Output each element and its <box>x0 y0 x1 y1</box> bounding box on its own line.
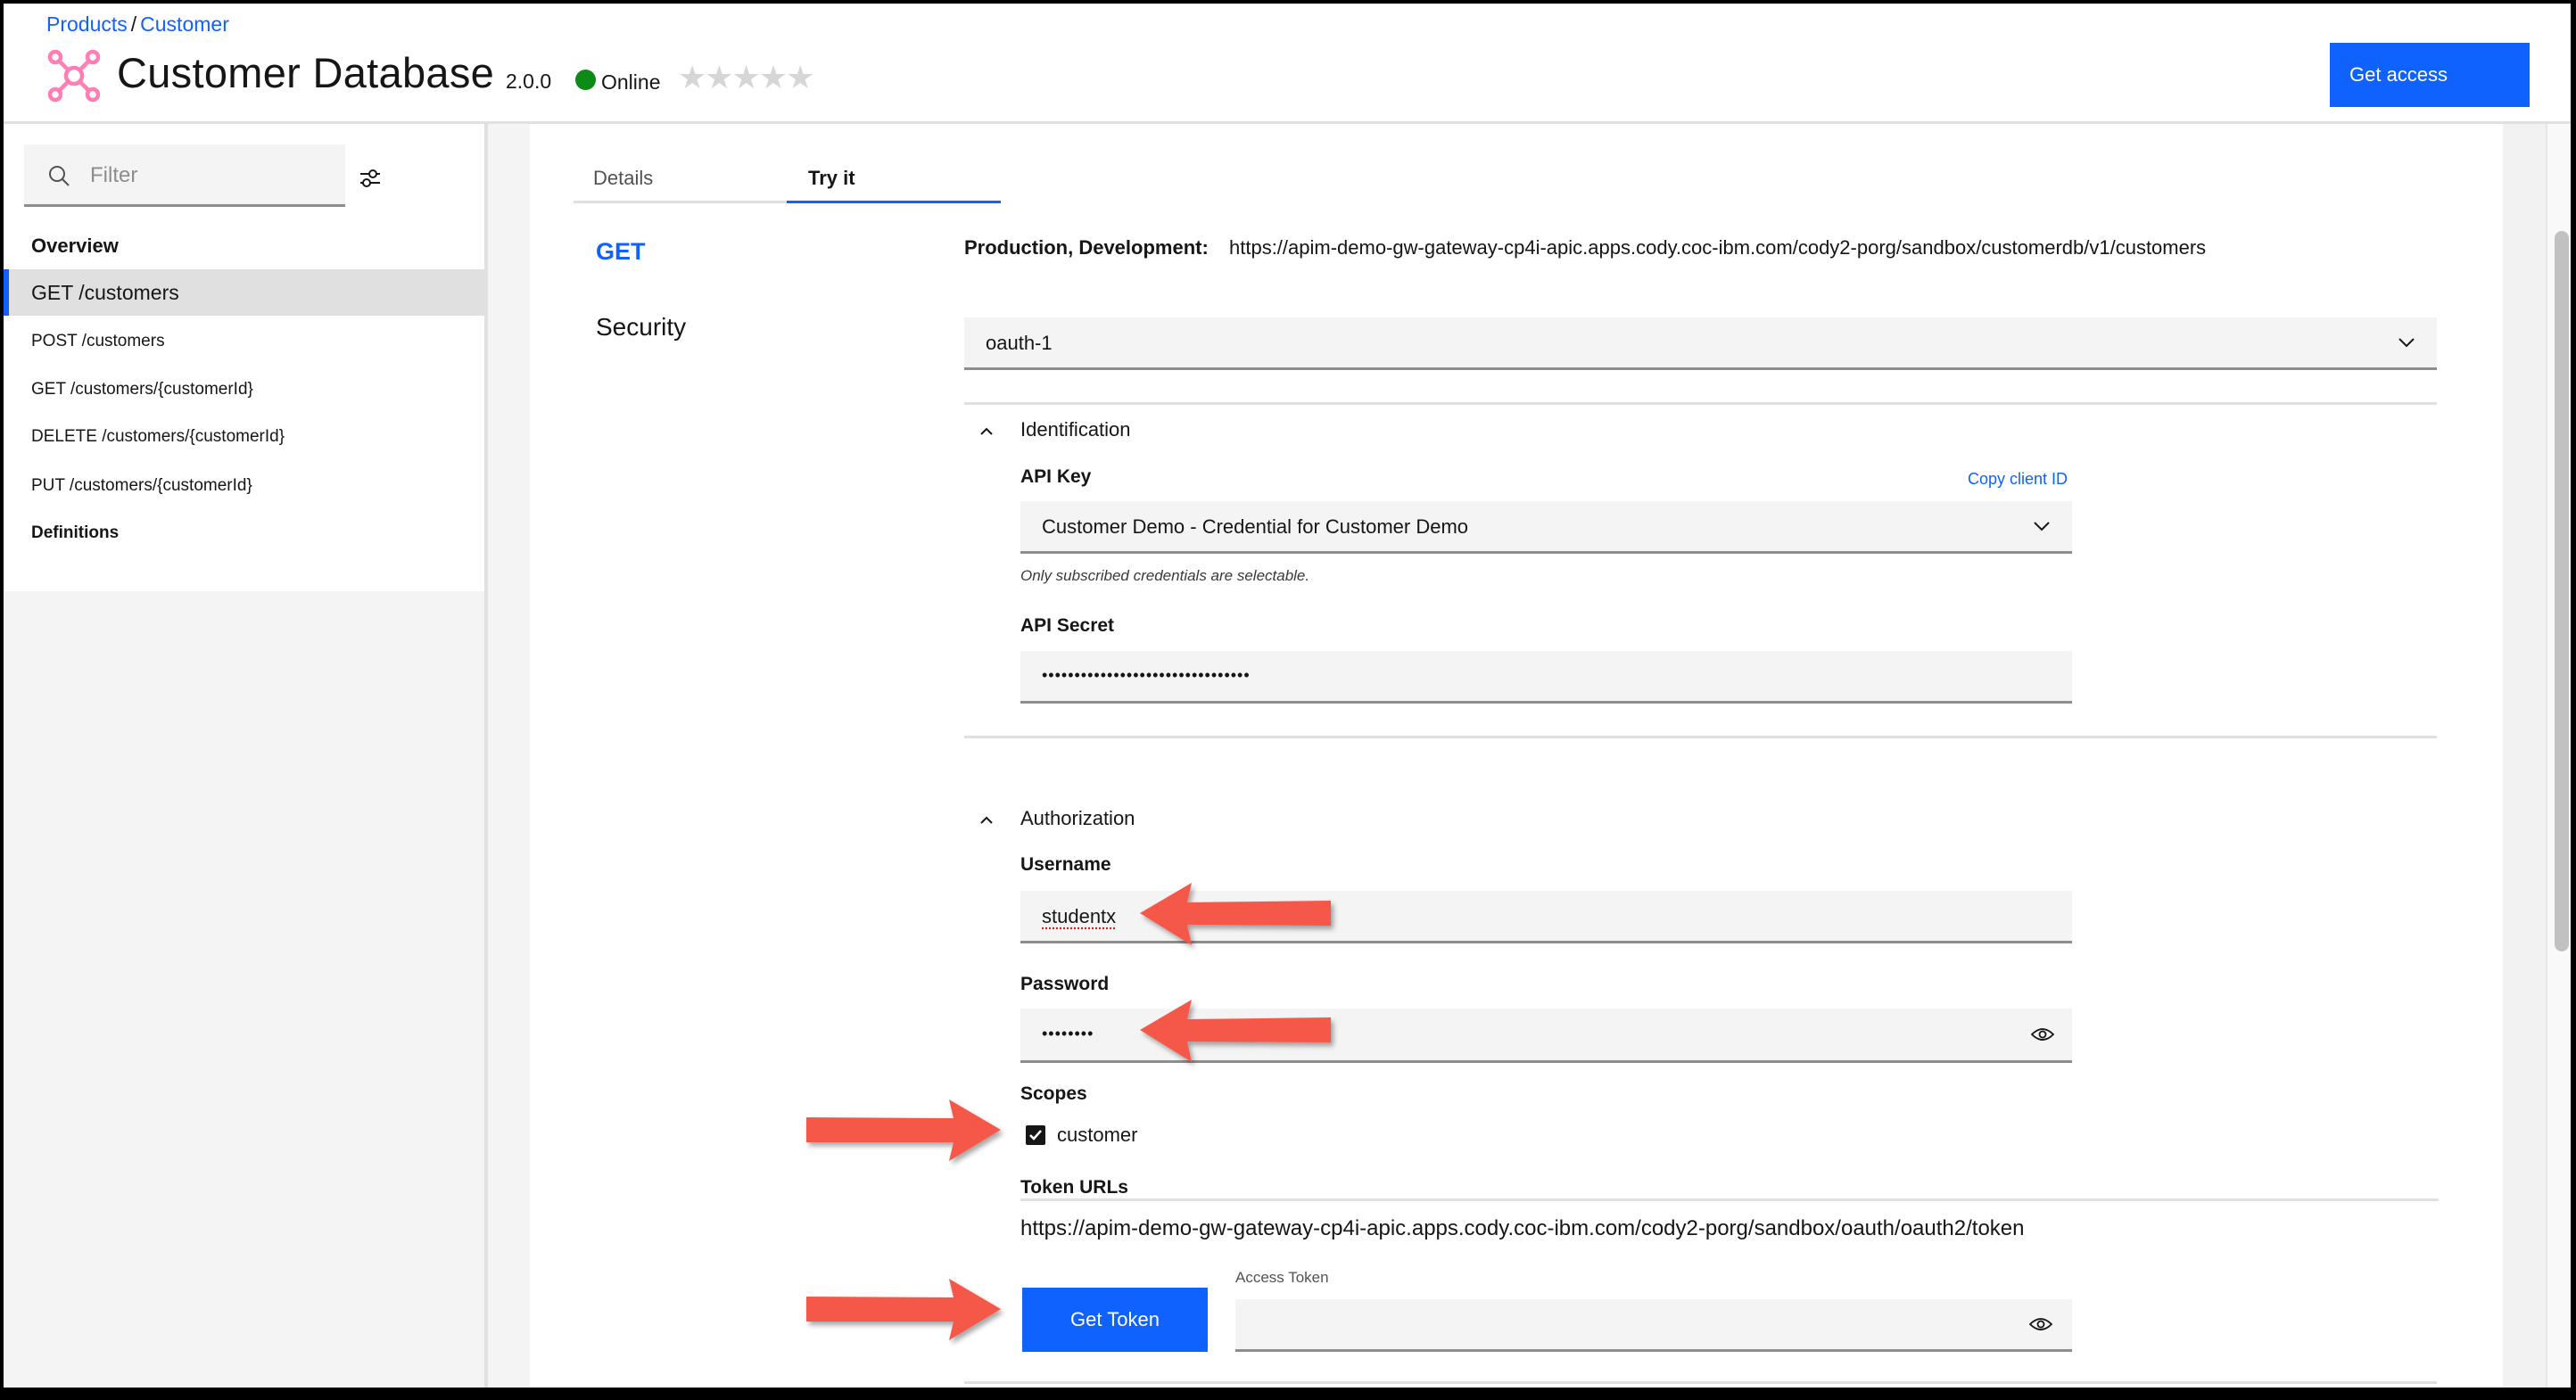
api-key-helper-text: Only subscribed credentials are selectab… <box>1020 567 1310 584</box>
filter-input[interactable] <box>88 144 342 206</box>
username-label: Username <box>1020 854 1111 875</box>
divider <box>964 736 2437 738</box>
sidebar-item-get-customer-by-id[interactable]: GET /customers/{customerId} <box>4 366 484 413</box>
username-value: studentx <box>1042 905 1117 927</box>
sidebar-divider <box>484 124 488 1388</box>
breadcrumb-separator: / <box>130 12 137 36</box>
username-field[interactable]: studentx <box>1020 891 2072 943</box>
search-icon <box>49 166 70 186</box>
sidebar-item-put-customer[interactable]: PUT /customers/{customerId} <box>4 463 484 509</box>
breadcrumb: Products / Customer <box>46 12 229 37</box>
filter-settings-icon[interactable] <box>357 165 384 192</box>
divider <box>964 402 2437 405</box>
sidebar-overview[interactable]: Overview <box>31 235 119 258</box>
api-secret-field[interactable]: •••••••••••••••••••••••••••••••• <box>1020 651 2072 704</box>
token-url: https://apim-demo-gw-gateway-cp4i-apic.a… <box>1020 1216 2025 1240</box>
content-gutter <box>2503 124 2546 1388</box>
security-scheme-value: oauth-1 <box>986 332 1053 354</box>
chevron-up-icon[interactable] <box>979 426 994 435</box>
api-secret-label: API Secret <box>1020 615 1115 636</box>
scrollbar[interactable] <box>2546 124 2571 1388</box>
identification-section-title[interactable]: Identification <box>1020 418 1131 441</box>
security-scheme-select[interactable]: oauth-1 <box>964 317 2437 370</box>
chevron-down-icon <box>2034 522 2050 531</box>
scopes-label: Scopes <box>1020 1083 1087 1104</box>
authorization-section-title[interactable]: Authorization <box>1020 807 1135 830</box>
sidebar: Overview GET /customers POST /customers … <box>4 124 484 591</box>
status-online-icon <box>575 70 596 90</box>
tab-try-it[interactable]: Try it <box>808 167 855 204</box>
page-title: Customer Database <box>117 49 495 96</box>
divider <box>1020 1198 2439 1201</box>
checkmark-icon <box>1029 1130 1042 1141</box>
api-network-icon <box>47 49 101 103</box>
chevron-down-icon <box>2398 338 2415 348</box>
password-field[interactable]: •••••••• <box>1020 1009 2072 1063</box>
http-method: GET <box>596 238 646 265</box>
scrollbar-thumb[interactable] <box>2555 231 2569 951</box>
breadcrumb-products-link[interactable]: Products <box>46 12 128 36</box>
scope-customer-checkbox[interactable] <box>1026 1125 1045 1145</box>
sidebar-item-delete-customer[interactable]: DELETE /customers/{customerId} <box>4 414 484 460</box>
show-token-icon[interactable] <box>2029 1316 2052 1332</box>
access-token-label: Access Token <box>1235 1269 1329 1286</box>
endpoint-label: Production, Development: <box>964 236 1209 259</box>
main-content: Details Try it GET Security Production, … <box>530 124 2503 1388</box>
copy-client-id-link[interactable]: Copy client ID <box>1968 470 2068 489</box>
divider <box>964 1381 2437 1384</box>
sidebar-item-post-customers[interactable]: POST /customers <box>4 318 484 365</box>
token-urls-label: Token URLs <box>1020 1177 1128 1198</box>
browser-viewport: Products / Customer Customer Database 2.0.… <box>4 4 2571 1388</box>
sidebar-definitions[interactable]: Definitions <box>31 523 119 543</box>
tab-details-underline <box>574 201 787 203</box>
tab-details[interactable]: Details <box>593 167 653 204</box>
get-access-button[interactable]: Get access <box>2330 43 2530 107</box>
password-label: Password <box>1020 974 1110 994</box>
security-heading: Security <box>596 313 687 341</box>
star-rating[interactable]: ★★★★★ <box>678 59 814 96</box>
chevron-up-icon[interactable] <box>979 815 994 824</box>
api-key-select[interactable]: Customer Demo - Credential for Customer … <box>1020 501 2072 554</box>
version-label: 2.0.0 <box>506 70 552 93</box>
get-token-button[interactable]: Get Token <box>1022 1288 1208 1352</box>
scope-customer-label[interactable]: customer <box>1057 1124 1137 1147</box>
api-key-label: API Key <box>1020 466 1092 487</box>
page-header: Products / Customer Customer Database 2.0.… <box>4 4 2571 124</box>
tab-try-it-underline <box>787 201 1001 203</box>
endpoint-url: https://apim-demo-gw-gateway-cp4i-apic.a… <box>1229 236 2207 259</box>
password-value: •••••••• <box>1042 1025 1094 1042</box>
show-password-icon[interactable] <box>2031 1026 2054 1042</box>
sidebar-item-get-customers[interactable]: GET /customers <box>4 269 484 316</box>
access-token-field[interactable] <box>1235 1299 2072 1352</box>
status-badge: Online <box>601 70 661 94</box>
breadcrumb-customer-link[interactable]: Customer <box>140 12 229 36</box>
api-secret-value: •••••••••••••••••••••••••••••••• <box>1042 666 1251 684</box>
filter-field[interactable] <box>24 144 345 207</box>
api-key-value: Customer Demo - Credential for Customer … <box>1042 515 1469 538</box>
